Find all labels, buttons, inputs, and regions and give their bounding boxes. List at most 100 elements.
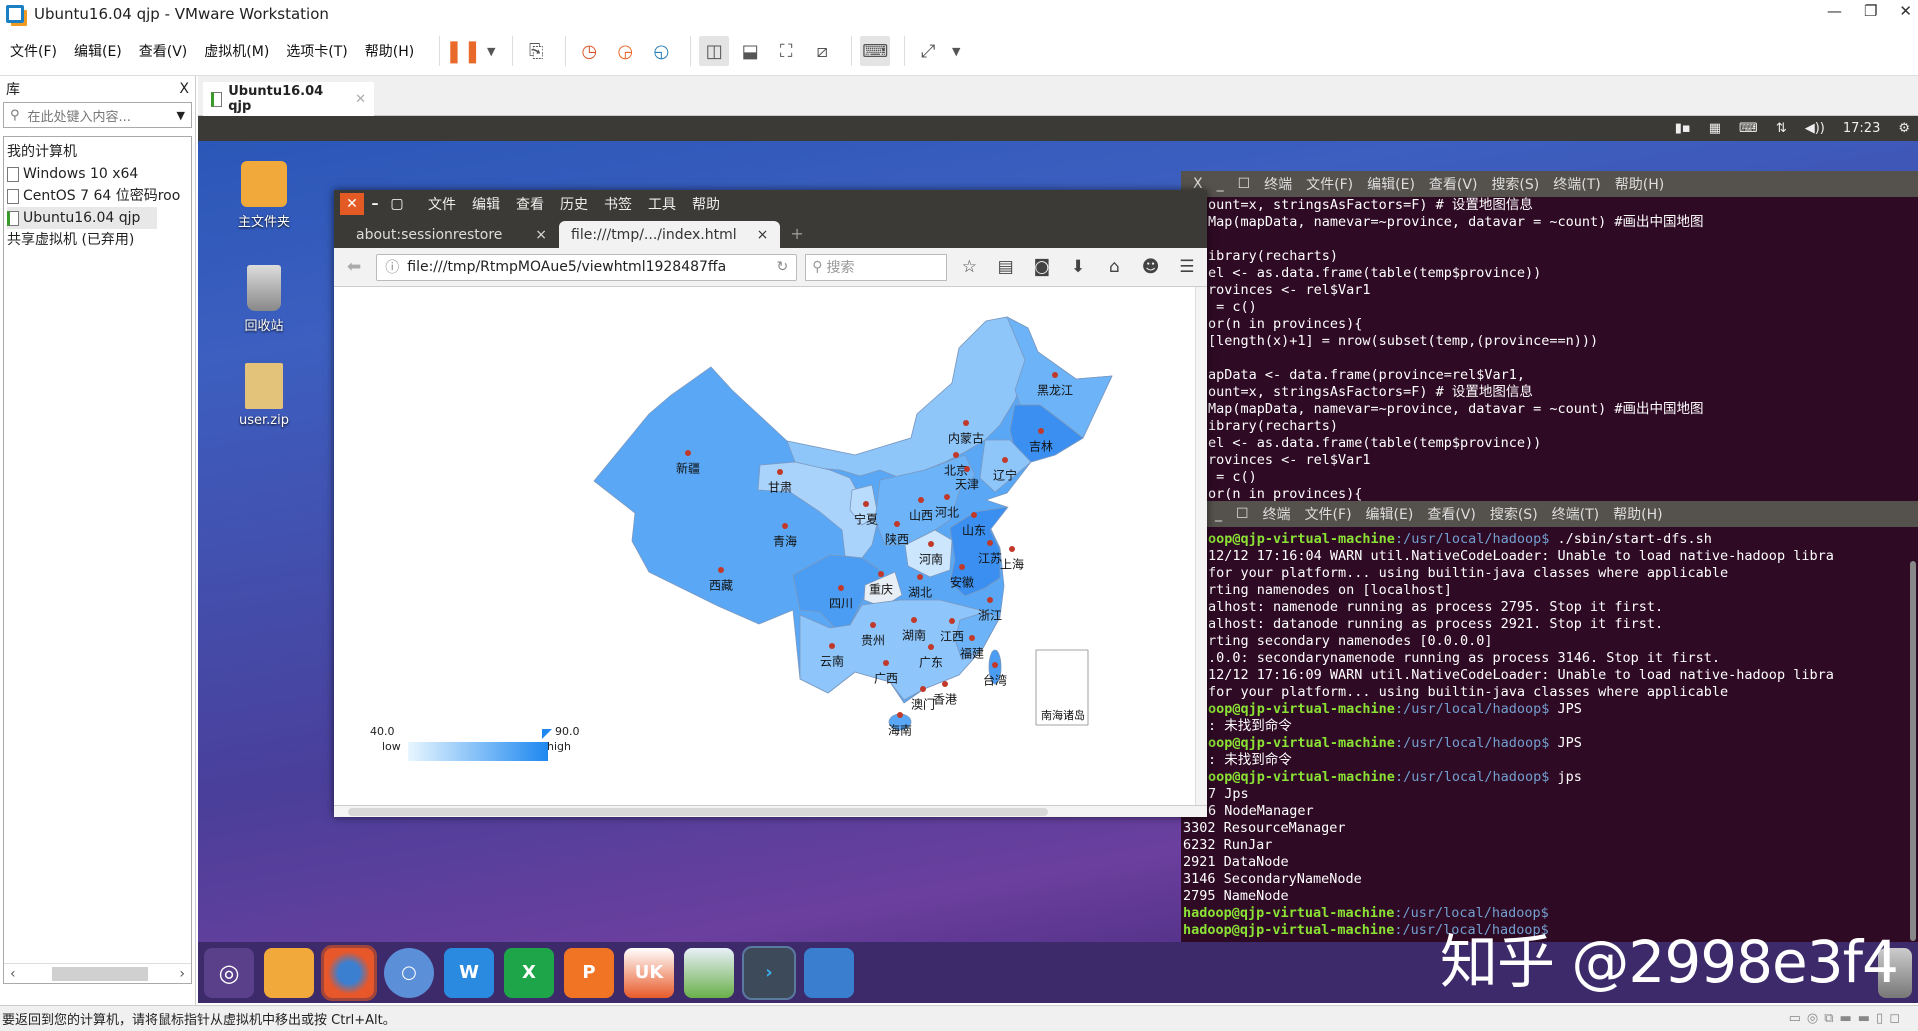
calendar-icon[interactable]: ▦ xyxy=(1709,121,1721,136)
tree-node-shared-vms[interactable]: 共享虚拟机 (已弃用) xyxy=(7,229,188,251)
library-search-input[interactable]: ⚲ 在此处键入内容... ▼ xyxy=(3,102,192,128)
terminal-icon[interactable]: › xyxy=(742,945,796,1000)
browser-icon[interactable]: ○ xyxy=(384,947,434,998)
console-view-icon[interactable]: ⌨ xyxy=(860,36,891,66)
calc-icon[interactable]: X xyxy=(504,947,554,998)
province-marker[interactable] xyxy=(959,564,965,570)
back-icon[interactable]: ⬅ xyxy=(340,257,368,277)
close-button[interactable]: ✕ xyxy=(1899,2,1912,20)
home-icon[interactable]: ⌂ xyxy=(1100,257,1128,277)
ubuntu-dash-icon[interactable]: ◎ xyxy=(204,947,254,998)
pause-icon[interactable]: ❚❚ xyxy=(445,36,482,66)
dropdown-icon[interactable]: ▼ xyxy=(484,36,498,66)
tab-ubuntu[interactable]: Ubuntu16.04 qjp ✕ xyxy=(203,82,374,116)
province-marker[interactable] xyxy=(987,540,993,546)
reload-icon[interactable]: ↻ xyxy=(777,259,789,275)
ff-menu-edit[interactable]: 编辑 xyxy=(472,194,500,214)
firefox-icon[interactable] xyxy=(321,944,377,1001)
tab-close-button[interactable]: × xyxy=(757,227,769,243)
menu-view[interactable]: 查看(V) xyxy=(139,41,188,61)
horizontal-scrollbar[interactable] xyxy=(334,805,1207,817)
keyboard-icon[interactable]: ⌨ xyxy=(1739,121,1758,136)
ubuntu-software-icon[interactable]: UK xyxy=(624,947,674,998)
desktop-icon-trash[interactable]: 回收站 xyxy=(224,265,304,334)
gear-icon[interactable]: ⚙ xyxy=(1898,121,1910,136)
province-marker[interactable] xyxy=(918,497,924,503)
province-marker[interactable] xyxy=(878,571,884,577)
tab-close-button[interactable]: × xyxy=(535,227,547,243)
maximize-icon[interactable]: ☐ xyxy=(1238,176,1251,192)
province-marker[interactable] xyxy=(777,469,783,475)
terminal-menu-edit[interactable]: 编辑(E) xyxy=(1367,174,1415,194)
pocket-icon[interactable]: ◙ xyxy=(1028,257,1056,277)
menu-file[interactable]: 文件(F) xyxy=(10,41,57,61)
snapshot-manager-icon[interactable]: ◵ xyxy=(646,36,676,66)
workspace-switcher-icon[interactable] xyxy=(804,947,854,998)
reading-list-icon[interactable]: ▤ xyxy=(992,257,1020,277)
transfer-icon[interactable]: ⇅ xyxy=(1776,121,1787,136)
terminal-menu-view[interactable]: 查看(V) xyxy=(1429,174,1478,194)
terminal-menu-edit[interactable]: 编辑(E) xyxy=(1366,504,1414,524)
terminal-menu-help[interactable]: 帮助(H) xyxy=(1615,174,1664,194)
province-marker[interactable] xyxy=(928,644,934,650)
hamburger-menu-icon[interactable]: ☰ xyxy=(1173,257,1201,277)
terminal-menu-view[interactable]: 查看(V) xyxy=(1427,504,1476,524)
vertical-scrollbar[interactable] xyxy=(1195,287,1207,805)
visual-map-legend[interactable]: 40.0 low 90.0 high xyxy=(370,725,580,765)
terminal-scrollbar[interactable] xyxy=(1910,561,1916,941)
restore-button[interactable]: ❐ xyxy=(1864,2,1877,20)
desktop-icon-userzip[interactable]: user.zip xyxy=(224,363,304,428)
network-icon[interactable]: ▮▪ xyxy=(1675,121,1691,136)
library-horizontal-scrollbar[interactable]: ‹ › xyxy=(4,963,191,983)
stretch-icon[interactable]: ⤢ xyxy=(913,36,943,66)
province-marker[interactable] xyxy=(920,686,926,692)
chevron-down-icon[interactable]: ▼ xyxy=(177,109,185,122)
province-marker[interactable] xyxy=(964,466,970,472)
terminal-menu-terminal[interactable]: 终端(T) xyxy=(1553,174,1600,194)
ff-menu-view[interactable]: 查看 xyxy=(516,194,544,214)
terminal-menu-help[interactable]: 帮助(H) xyxy=(1613,504,1662,524)
province-marker[interactable] xyxy=(911,617,917,623)
desktop-icon-home[interactable]: 主文件夹 xyxy=(224,161,304,230)
bookmark-star-icon[interactable]: ☆ xyxy=(955,257,983,277)
province-marker[interactable] xyxy=(1052,372,1058,378)
ff-menu-file[interactable]: 文件 xyxy=(428,194,456,214)
terminal-menu-file[interactable]: 文件(F) xyxy=(1305,504,1352,524)
terminal-window-2[interactable]: _ ☐ 终端 文件(F) 编辑(E) 查看(V) 搜索(S) 终端(T) 帮助(H) oop@… xyxy=(1181,501,1918,942)
software-updater-icon[interactable] xyxy=(684,947,734,998)
maximize-button[interactable]: ▢ xyxy=(386,196,408,212)
writer-icon[interactable]: W xyxy=(444,947,494,998)
province-marker[interactable] xyxy=(987,597,993,603)
tree-node-centos7[interactable]: CentOS 7 64 位密码roo xyxy=(7,185,188,207)
menu-vm[interactable]: 虚拟机(M) xyxy=(204,41,269,61)
province-marker[interactable] xyxy=(897,712,903,718)
province-marker[interactable] xyxy=(1002,457,1008,463)
new-tab-button[interactable]: + xyxy=(790,224,803,243)
minimize-button[interactable]: — xyxy=(1827,2,1842,20)
terminal-menu-search[interactable]: 搜索(S) xyxy=(1491,174,1539,194)
terminal-menu-terminal[interactable]: 终端(T) xyxy=(1552,504,1599,524)
province-marker[interactable] xyxy=(942,681,948,687)
menu-help[interactable]: 帮助(H) xyxy=(365,41,414,61)
minimize-button[interactable]: – xyxy=(364,196,386,212)
province-marker[interactable] xyxy=(1038,428,1044,434)
tab-close-button[interactable]: ✕ xyxy=(355,92,366,107)
legend-gradient-bar[interactable] xyxy=(408,742,548,761)
device-status-icons[interactable]: ▭◎⧉▬▬▯◻ xyxy=(1789,1011,1906,1026)
tree-node-ubuntu[interactable]: Ubuntu16.04 qjp xyxy=(7,207,157,229)
province-marker[interactable] xyxy=(953,452,959,458)
search-input[interactable]: ⚲ 搜索 xyxy=(805,253,948,281)
province-marker[interactable] xyxy=(992,662,998,668)
maximize-icon[interactable]: ☐ xyxy=(1236,506,1249,522)
clock[interactable]: 17:23 xyxy=(1843,121,1880,136)
library-close-button[interactable]: X xyxy=(179,81,189,97)
terminal-menu-file[interactable]: 文件(F) xyxy=(1306,174,1353,194)
fullscreen-icon[interactable]: ⛶ xyxy=(771,36,801,66)
province-marker[interactable] xyxy=(782,523,788,529)
url-bar[interactable]: ⓘ file:///tmp/RtmpMOAue5/viewhtml1928487f… xyxy=(376,253,798,281)
ff-menu-tools[interactable]: 工具 xyxy=(648,194,676,214)
province-marker[interactable] xyxy=(928,541,934,547)
tab-index-html[interactable]: file:///tmp/.../index.html × xyxy=(559,221,781,248)
province-marker[interactable] xyxy=(883,660,889,666)
province-marker[interactable] xyxy=(963,420,969,426)
